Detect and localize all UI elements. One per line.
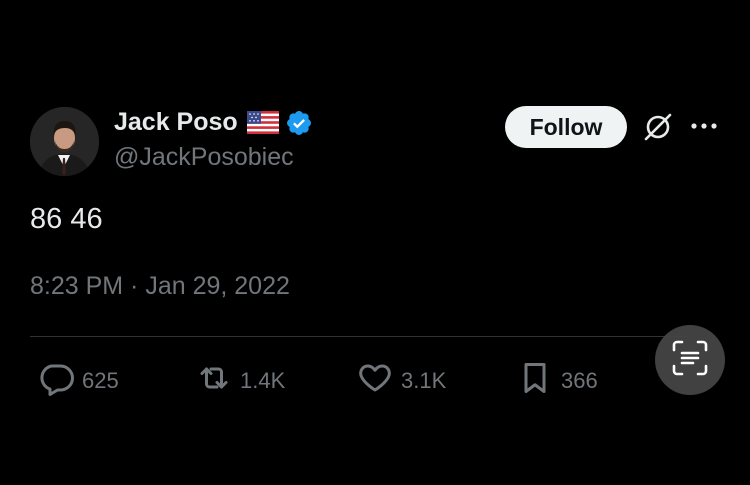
bookmark-icon [517, 360, 553, 402]
author-avatar[interactable] [30, 107, 99, 176]
author-handle[interactable]: @JackPosobiec [114, 143, 294, 172]
repost-icon [196, 360, 232, 402]
author-name-row: Jack Poso [114, 108, 313, 137]
heart-icon [357, 360, 393, 402]
scan-text-icon [670, 338, 710, 383]
reply-button[interactable]: 625 [38, 360, 119, 402]
reply-count: 625 [82, 368, 119, 393]
divider [30, 336, 690, 337]
repost-count: 1.4K [240, 368, 286, 393]
reply-icon [38, 360, 74, 402]
tweet-text: 86 46 [30, 203, 103, 235]
follow-button[interactable]: Follow [505, 106, 627, 148]
more-dots-icon[interactable] [688, 116, 720, 136]
repost-button[interactable]: 1.4K [196, 360, 285, 402]
bookmark-button[interactable]: 366 [517, 360, 598, 402]
author-display-name[interactable]: Jack Poso [114, 108, 238, 137]
avatar-image [30, 107, 99, 176]
bookmark-count: 366 [561, 368, 598, 393]
like-button[interactable]: 3.1K [357, 360, 446, 402]
like-count: 3.1K [401, 368, 447, 393]
verified-badge-icon[interactable] [285, 109, 313, 137]
scan-text-button[interactable] [655, 325, 725, 395]
us-flag-icon [246, 111, 279, 134]
grok-icon[interactable] [642, 111, 674, 143]
tweet-timestamp[interactable]: 8:23 PM · Jan 29, 2022 [30, 272, 290, 301]
